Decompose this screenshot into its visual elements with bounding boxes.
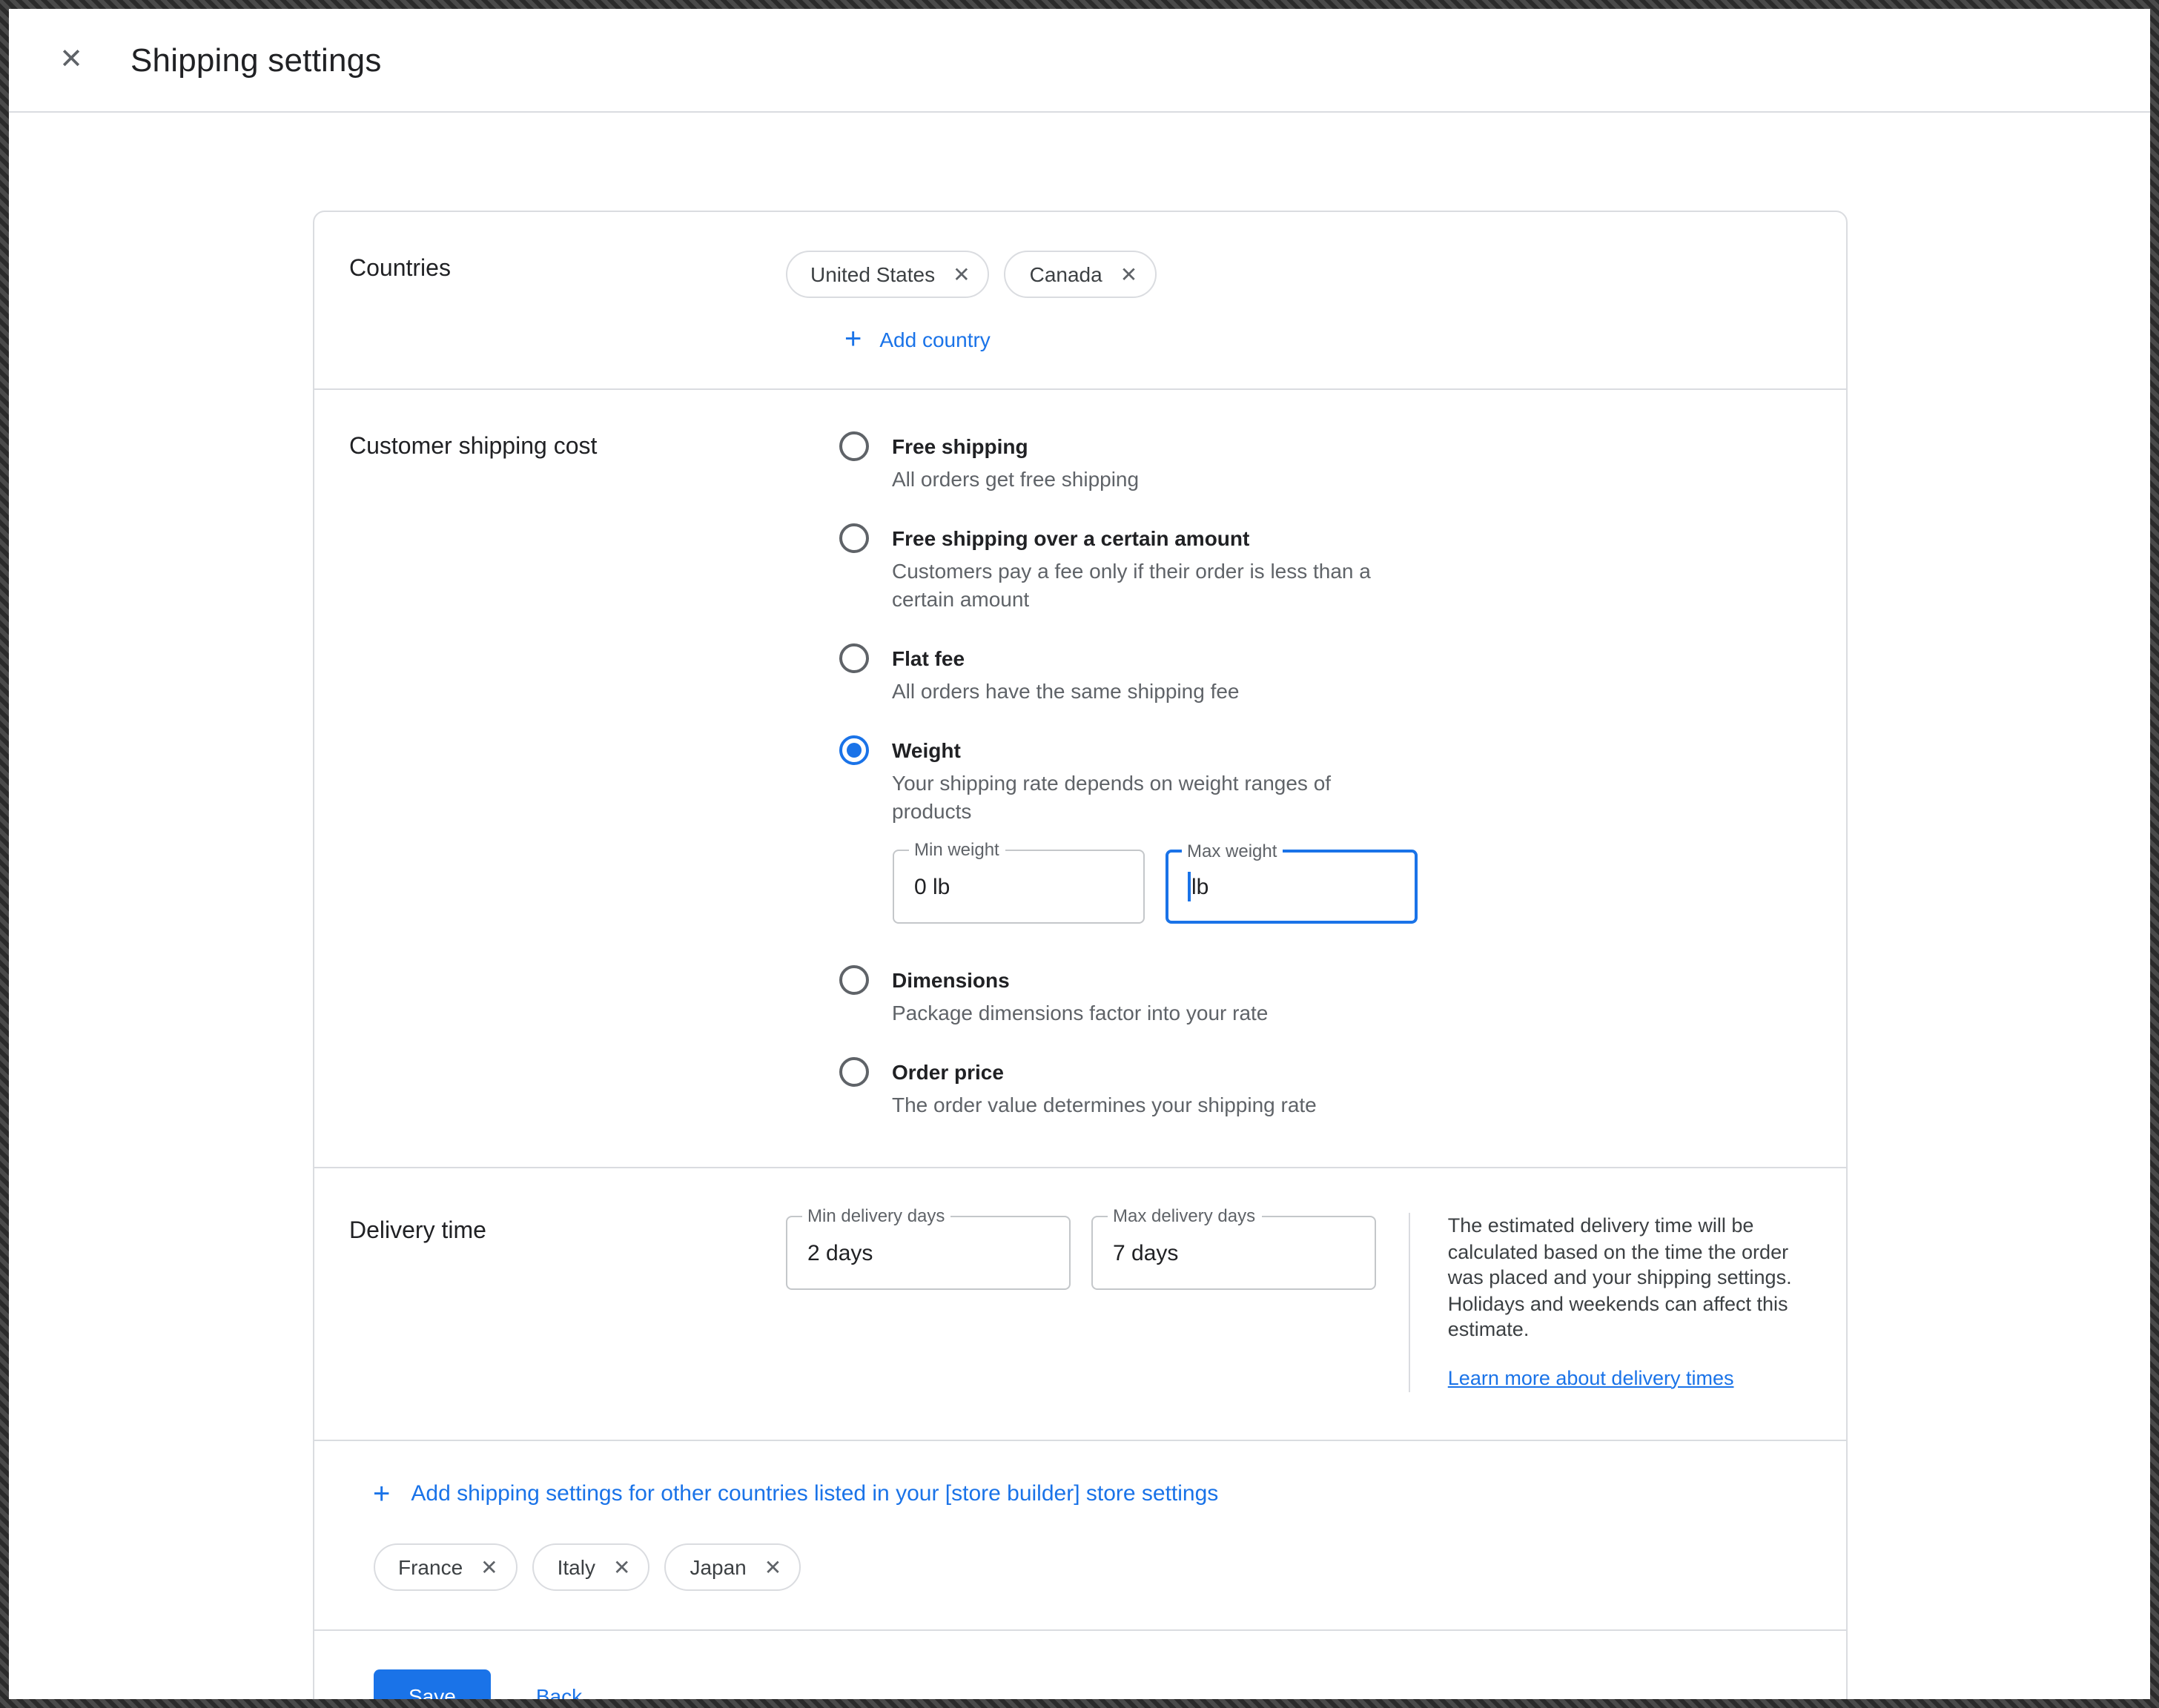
option-description: The order value determines your shipping… — [892, 1091, 1317, 1119]
field-value: 0 lb — [914, 874, 950, 899]
delivery-estimate-note: The estimated delivery time will be calc… — [1448, 1213, 1810, 1343]
field-value: 2 days — [807, 1240, 873, 1265]
radio-dimensions[interactable] — [839, 965, 868, 995]
max-delivery-days-input[interactable]: Max delivery days 7 days — [1091, 1216, 1375, 1290]
other-country-chip-list: France ✕ Italy ✕ — [373, 1543, 1810, 1590]
field-label: Min weight — [908, 839, 1005, 860]
delivery-time-label: Delivery time — [349, 1213, 785, 1391]
option-title: Free shipping — [892, 431, 1139, 461]
remove-country-button[interactable]: ✕ — [764, 1556, 781, 1577]
country-chip-italy: Italy ✕ — [532, 1543, 650, 1590]
delivery-time-section: Delivery time Min delivery days 2 days M… — [314, 1167, 1845, 1439]
screenshot-frame: ✕ Shipping settings Countries United Sta… — [0, 0, 2159, 1708]
option-title: Weight — [892, 735, 1417, 765]
option-description: All orders get free shipping — [892, 466, 1139, 494]
chip-label: Canada — [1030, 262, 1102, 286]
dialog-header: ✕ Shipping settings — [9, 9, 2150, 113]
chip-label: France — [398, 1555, 463, 1578]
shipping-cost-label: Customer shipping cost — [349, 428, 785, 1125]
add-country-button[interactable]: + Add country — [844, 325, 991, 354]
close-icon: ✕ — [953, 264, 970, 285]
plus-icon: + — [844, 325, 862, 354]
option-title: Dimensions — [892, 965, 1268, 995]
text-cursor — [1187, 872, 1190, 901]
field-label: Min delivery days — [801, 1205, 950, 1226]
option-description: All orders have the same shipping fee — [892, 678, 1240, 706]
radio-weight[interactable] — [839, 735, 868, 765]
plus-icon: + — [373, 1479, 390, 1509]
radio-flat-fee[interactable] — [839, 643, 868, 673]
option-free-shipping-over-amount: Free shipping over a certain amount Cust… — [839, 523, 1810, 614]
chip-label: Italy — [558, 1555, 595, 1578]
close-icon: ✕ — [480, 1556, 497, 1577]
min-weight-input[interactable]: Min weight 0 lb — [892, 850, 1144, 924]
chip-label: Japan — [690, 1555, 746, 1578]
option-description: Package dimensions factor into your rate — [892, 999, 1268, 1027]
add-country-label: Add country — [879, 328, 990, 351]
save-button[interactable]: Save — [373, 1669, 492, 1699]
remove-country-button[interactable]: ✕ — [953, 264, 970, 285]
option-weight: Weight Your shipping rate depends on wei… — [839, 735, 1810, 936]
dialog-body: Countries United States ✕ C — [9, 113, 2150, 1699]
field-value: lb — [1191, 874, 1209, 899]
shipping-settings-card: Countries United States ✕ C — [312, 211, 1847, 1699]
option-description: Customers pay a fee only if their order … — [892, 557, 1408, 614]
min-delivery-days-input[interactable]: Min delivery days 2 days — [785, 1216, 1070, 1290]
remove-country-button[interactable]: ✕ — [613, 1556, 630, 1577]
radio-free-shipping[interactable] — [839, 431, 868, 461]
option-title: Flat fee — [892, 643, 1240, 673]
other-countries-section: + Add shipping settings for other countr… — [314, 1439, 1845, 1629]
chip-label: United States — [810, 262, 935, 286]
weight-range-fields: Min weight 0 lb Max weight lb — [892, 850, 1417, 924]
option-title: Order price — [892, 1057, 1317, 1087]
vertical-divider — [1408, 1213, 1409, 1391]
shipping-cost-options: Free shipping All orders get free shippi… — [839, 428, 1810, 1119]
country-chip-france: France ✕ — [373, 1543, 518, 1590]
learn-more-delivery-times-link[interactable]: Learn more about delivery times — [1448, 1366, 1734, 1388]
max-weight-input[interactable]: Max weight lb — [1165, 850, 1417, 924]
close-icon: ✕ — [613, 1556, 630, 1577]
back-button[interactable]: Back — [524, 1672, 594, 1699]
countries-label: Countries — [349, 251, 785, 356]
option-title: Free shipping over a certain amount — [892, 523, 1408, 553]
country-chip-united-states: United States ✕ — [785, 251, 990, 298]
field-value: 7 days — [1113, 1240, 1178, 1265]
option-dimensions: Dimensions Package dimensions factor int… — [839, 965, 1810, 1027]
add-other-countries-label: Add shipping settings for other countrie… — [411, 1481, 1218, 1506]
close-icon: ✕ — [59, 43, 83, 77]
close-icon: ✕ — [764, 1556, 781, 1577]
close-button[interactable]: ✕ — [42, 30, 101, 90]
option-order-price: Order price The order value determines y… — [839, 1057, 1810, 1119]
country-chip-japan: Japan ✕ — [664, 1543, 801, 1590]
shipping-cost-section: Customer shipping cost Free shipping All… — [314, 388, 1845, 1167]
countries-section: Countries United States ✕ C — [314, 212, 1845, 388]
footer-actions: Save Back — [314, 1629, 1845, 1699]
close-icon: ✕ — [1120, 264, 1137, 285]
remove-country-button[interactable]: ✕ — [1120, 264, 1137, 285]
page-title: Shipping settings — [130, 41, 382, 79]
add-other-countries-button[interactable]: + Add shipping settings for other countr… — [373, 1479, 1218, 1509]
option-free-shipping: Free shipping All orders get free shippi… — [839, 431, 1810, 494]
remove-country-button[interactable]: ✕ — [480, 1556, 497, 1577]
country-chip-canada: Canada ✕ — [1005, 251, 1157, 298]
country-chip-list: United States ✕ Canada ✕ — [785, 251, 1810, 298]
delivery-days-fields: Min delivery days 2 days Max delivery da… — [785, 1213, 1375, 1391]
field-label: Max delivery days — [1107, 1205, 1261, 1226]
option-description: Your shipping rate depends on weight ran… — [892, 769, 1408, 826]
screenshot-border: ✕ Shipping settings Countries United Sta… — [0, 0, 2159, 1708]
field-label: Max weight — [1181, 841, 1283, 861]
radio-free-shipping-over-amount[interactable] — [839, 523, 868, 553]
option-flat-fee: Flat fee All orders have the same shippi… — [839, 643, 1810, 706]
radio-order-price[interactable] — [839, 1057, 868, 1087]
shipping-settings-dialog: ✕ Shipping settings Countries United Sta… — [9, 9, 2150, 1699]
